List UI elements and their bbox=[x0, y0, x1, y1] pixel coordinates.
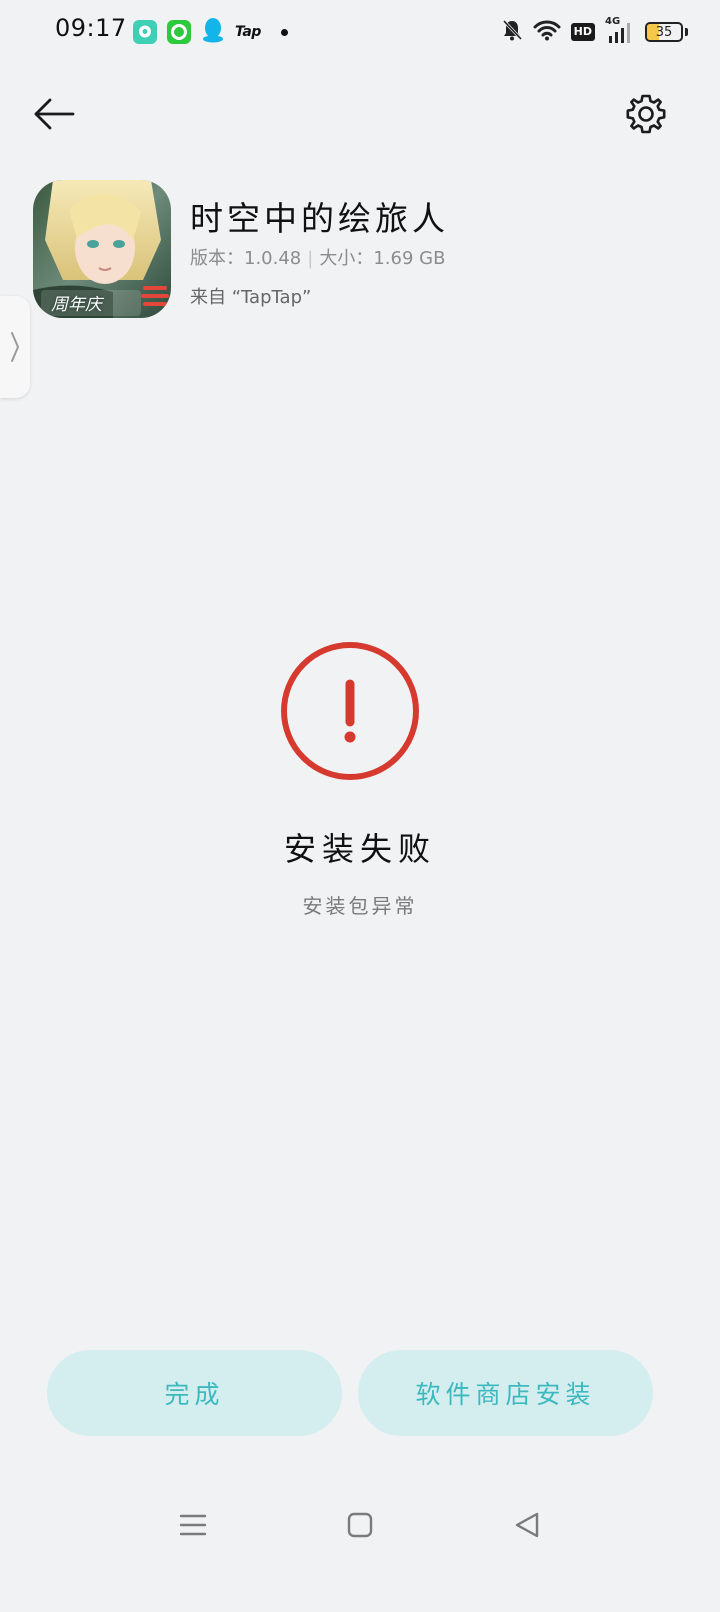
status-bar: 09:17 Tap HD 4G 35 bbox=[0, 0, 720, 64]
version-label: 版本： bbox=[190, 248, 244, 269]
qq-penguin-icon bbox=[201, 17, 225, 47]
meta-separator: | bbox=[307, 248, 314, 269]
done-button[interactable]: 完成 bbox=[47, 1350, 342, 1436]
back-triangle-icon bbox=[515, 1512, 539, 1538]
chat-bubble-icon bbox=[133, 20, 157, 44]
version-value: 1.0.48 bbox=[244, 248, 302, 269]
size-label: 大小： bbox=[319, 248, 374, 269]
app-name: 时空中的绘旅人 bbox=[190, 199, 449, 238]
dot-icon bbox=[280, 28, 288, 36]
error-title: 安装失败 bbox=[283, 830, 436, 868]
chevron-right-icon bbox=[11, 332, 19, 362]
home-square-icon bbox=[347, 1512, 373, 1538]
navigation-bar bbox=[0, 1490, 720, 1560]
green-app-icon bbox=[167, 20, 191, 44]
wifi-icon bbox=[533, 19, 561, 45]
battery-level: 35 bbox=[655, 24, 673, 40]
gear-icon bbox=[626, 94, 666, 134]
hd-icon: HD bbox=[570, 23, 595, 41]
status-time: 09:17 bbox=[55, 14, 127, 42]
recent-apps-button[interactable] bbox=[168, 1500, 218, 1550]
nav-back-button[interactable] bbox=[502, 1500, 552, 1550]
back-button[interactable] bbox=[30, 90, 78, 138]
signal-icon: 4G bbox=[605, 16, 635, 44]
app-source: 来自 “TapTap” bbox=[190, 287, 312, 308]
battery-cap bbox=[685, 28, 688, 36]
side-panel-handle[interactable] bbox=[0, 296, 30, 398]
app-info: 周年庆 时空中的绘旅人 版本：1.0.48 | 大小：1.69 GB 来自 “Tap… bbox=[33, 180, 693, 320]
size-value: 1.69 GB bbox=[373, 248, 446, 269]
taptap-icon: Tap bbox=[235, 24, 261, 40]
exclamation-circle-icon bbox=[279, 640, 421, 782]
app-icon: 周年庆 bbox=[33, 180, 171, 318]
menu-icon bbox=[179, 1514, 207, 1536]
app-meta: 版本：1.0.48 | 大小：1.69 GB bbox=[190, 244, 445, 270]
bell-muted-icon bbox=[501, 18, 523, 46]
arrow-left-icon bbox=[34, 98, 75, 130]
settings-button[interactable] bbox=[622, 90, 670, 138]
home-button[interactable] bbox=[335, 1500, 385, 1550]
battery-icon: 35 bbox=[645, 22, 683, 42]
store-install-button[interactable]: 软件商店安装 bbox=[358, 1350, 653, 1436]
notification-icons: Tap bbox=[133, 17, 288, 47]
error-subtitle: 安装包异常 bbox=[302, 894, 418, 918]
status-indicators: HD 4G 35 bbox=[501, 16, 688, 46]
app-icon-badge: 周年庆 bbox=[51, 295, 102, 315]
